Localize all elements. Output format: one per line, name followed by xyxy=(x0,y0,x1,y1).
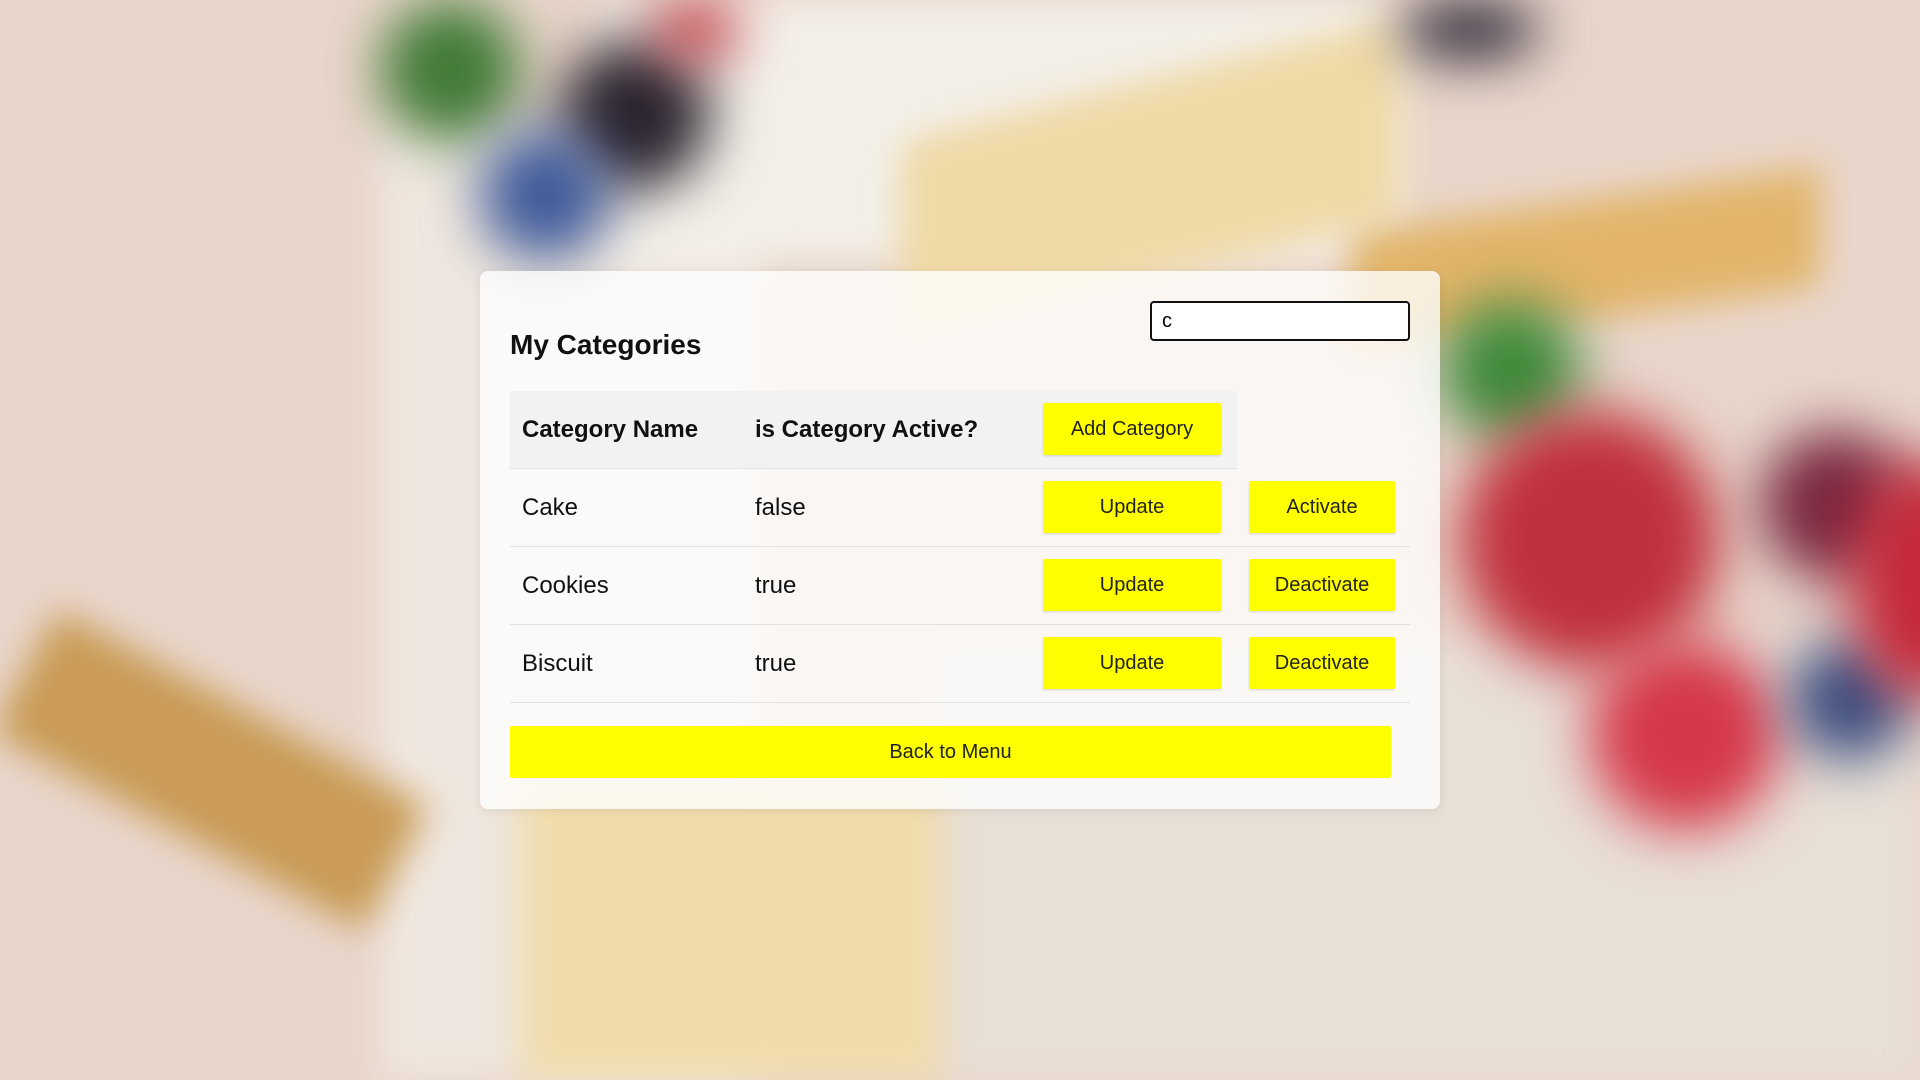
categories-table: Category Name is Category Active? Add Ca… xyxy=(510,391,1410,703)
add-category-button[interactable]: Add Category xyxy=(1043,403,1221,455)
category-active-cell: true xyxy=(755,572,797,599)
column-header-is-active: is Category Active? xyxy=(755,416,979,443)
category-name-cell: Cookies xyxy=(522,572,609,599)
category-name-cell: Biscuit xyxy=(522,650,593,677)
search-input[interactable] xyxy=(1150,301,1410,341)
category-active-cell: false xyxy=(755,494,806,521)
table-row: Biscuit true Update Deactivate xyxy=(510,625,1410,703)
category-name-cell: Cake xyxy=(522,494,579,521)
table-header-row: Category Name is Category Active? Add Ca… xyxy=(510,391,1237,469)
deactivate-button[interactable]: Deactivate xyxy=(1249,637,1395,689)
update-button[interactable]: Update xyxy=(1043,637,1221,689)
page-title: My Categories xyxy=(510,329,702,360)
table-row: Cake false Update Activate xyxy=(510,469,1410,547)
activate-button[interactable]: Activate xyxy=(1249,481,1395,533)
back-to-menu-button[interactable]: Back to Menu xyxy=(510,726,1391,778)
categories-card: My Categories Category Name is Category … xyxy=(480,271,1440,809)
category-active-cell: true xyxy=(755,650,797,677)
update-button[interactable]: Update xyxy=(1043,481,1221,533)
deactivate-button[interactable]: Deactivate xyxy=(1249,559,1395,611)
column-header-category-name: Category Name xyxy=(522,416,699,443)
update-button[interactable]: Update xyxy=(1043,559,1221,611)
table-row: Cookies true Update Deactivate xyxy=(510,547,1410,625)
